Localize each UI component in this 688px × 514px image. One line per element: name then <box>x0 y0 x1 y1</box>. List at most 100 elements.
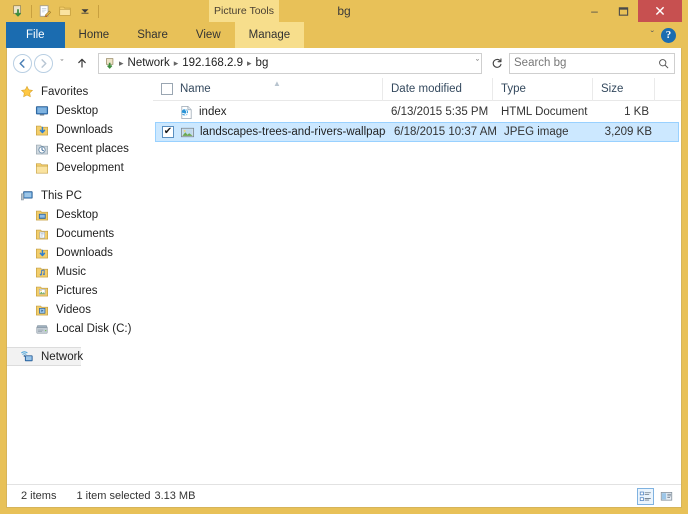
sidebar-item-music[interactable]: Music <box>7 262 153 281</box>
sidebar-item-label: Desktop <box>56 208 99 221</box>
breadcrumb-network[interactable]: Network <box>125 57 173 69</box>
qat-separator-2 <box>98 4 99 18</box>
file-name-cell: ✔ landscapes-trees-and-rivers-wallpaper <box>156 124 386 140</box>
file-name-cell: index <box>153 104 383 120</box>
search-box[interactable]: Search bg <box>509 52 675 74</box>
sidebar-item-label: Downloads <box>56 246 113 259</box>
sidebar-item-label: Music <box>56 265 87 278</box>
sidebar-item-label: Downloads <box>56 123 113 136</box>
recent-places-icon <box>34 141 50 157</box>
tab-file[interactable]: File <box>6 22 65 48</box>
videos-icon <box>34 302 50 318</box>
file-date-cell: 6/13/2015 5:35 PM <box>391 106 489 118</box>
quick-access-toolbar <box>6 1 102 21</box>
main-split: Favorites Desktop Downloads Recent place… <box>7 78 681 484</box>
up-button[interactable] <box>71 52 93 74</box>
row-checkbox[interactable]: ✔ <box>162 126 174 138</box>
sidebar-item-desktop-fav[interactable]: Desktop <box>7 101 153 120</box>
ribbon-right-controls: ˇ ? <box>651 22 682 48</box>
properties-icon[interactable] <box>8 1 28 21</box>
sidebar-item-development[interactable]: Development <box>7 158 153 177</box>
column-header-type[interactable]: Type <box>493 78 593 101</box>
minimize-button[interactable]: – <box>580 0 609 22</box>
explorer-window: bg – ✕ Picture Tools File Home Share Vie… <box>0 0 688 514</box>
column-header-name[interactable]: Name ▲ <box>153 78 383 101</box>
forward-button[interactable] <box>34 53 53 73</box>
breadcrumb-host[interactable]: 192.168.2.9 <box>179 57 246 69</box>
sidebar-item-pictures[interactable]: Pictures <box>7 281 153 300</box>
back-button[interactable] <box>13 53 32 73</box>
ribbon-tabstrip: File Home Share View Manage ˇ ? <box>6 22 682 48</box>
sidebar-item-downloads[interactable]: Downloads <box>7 243 153 262</box>
sidebar-group-favorites[interactable]: Favorites <box>7 82 153 101</box>
desktop-folder-icon <box>34 207 50 223</box>
details-view-button[interactable] <box>637 487 654 505</box>
file-list-pane: Name ▲ Date modified Type Size index 6/1… <box>153 78 681 484</box>
sort-ascending-icon: ▲ <box>273 78 281 88</box>
large-icons-view-button[interactable] <box>658 488 675 505</box>
file-size-cell: 3,209 KB <box>604 126 652 138</box>
file-type-cell: JPEG image <box>504 126 569 138</box>
customize-qat-icon[interactable] <box>75 1 95 21</box>
client-area: ˇ ▸ Network ▸ 192.168.2.9 ▸ bg ˇ Search … <box>6 48 682 508</box>
table-row[interactable]: ✔ landscapes-trees-and-rivers-wallpaper <box>155 122 679 142</box>
chevron-down-icon[interactable]: ˇ <box>476 58 479 68</box>
sidebar-item-local-disk[interactable]: Local Disk (C:) <box>7 319 153 338</box>
help-icon[interactable]: ? <box>661 27 676 43</box>
sidebar-group-this-pc[interactable]: This PC <box>7 186 153 205</box>
file-size-cell: 1 KB <box>624 106 649 118</box>
sidebar-item-downloads-fav[interactable]: Downloads <box>7 120 153 139</box>
item-count-label: 2 items <box>21 490 57 502</box>
maximize-button[interactable] <box>609 0 638 22</box>
folder-icon[interactable] <box>55 1 75 21</box>
sidebar-item-videos[interactable]: Videos <box>7 300 153 319</box>
close-button[interactable]: ✕ <box>638 0 682 22</box>
column-header-date-modified[interactable]: Date modified <box>383 78 493 101</box>
selection-size-label: 3.13 MB <box>154 490 196 502</box>
tab-share[interactable]: Share <box>123 22 182 48</box>
sidebar-item-label: Local Disk (C:) <box>56 322 132 335</box>
desktop-icon <box>34 103 50 119</box>
sidebar-item-label: Network <box>41 350 84 363</box>
file-rows: index 6/13/2015 5:35 PM HTML Document 1 … <box>153 101 681 484</box>
search-icon <box>658 58 669 69</box>
column-header-name-label: Name <box>180 83 211 95</box>
sidebar-item-recent-places[interactable]: Recent places <box>7 139 153 158</box>
breadcrumb-folder[interactable]: bg <box>253 57 272 69</box>
tab-home[interactable]: Home <box>65 22 124 48</box>
column-header-row: Name ▲ Date modified Type Size <box>153 78 681 101</box>
downloads-icon <box>34 122 50 138</box>
address-bar: ˇ ▸ Network ▸ 192.168.2.9 ▸ bg ˇ Search … <box>7 48 681 78</box>
nav-group-spacer-2 <box>7 338 153 347</box>
contextual-tools-label: Picture Tools <box>209 0 279 22</box>
sidebar-item-documents[interactable]: Documents <box>7 224 153 243</box>
file-type-cell: HTML Document <box>501 106 588 118</box>
table-row[interactable]: index 6/13/2015 5:35 PM HTML Document 1 … <box>153 102 681 122</box>
qat-separator <box>31 4 32 18</box>
network-icon <box>19 349 35 365</box>
sidebar-item-label: Pictures <box>56 284 98 297</box>
documents-icon <box>34 226 50 242</box>
tab-manage[interactable]: Manage <box>234 22 305 48</box>
search-input[interactable]: Search bg <box>514 57 566 69</box>
navigation-pane: Favorites Desktop Downloads Recent place… <box>7 78 153 484</box>
folder-icon <box>34 160 50 176</box>
sidebar-item-desktop[interactable]: Desktop <box>7 205 153 224</box>
file-date-cell: 6/18/2015 10:37 AM <box>394 126 496 138</box>
breadcrumb[interactable]: ▸ Network ▸ 192.168.2.9 ▸ bg ˇ <box>98 52 482 74</box>
nav-group-spacer <box>7 177 153 186</box>
column-header-size[interactable]: Size <box>593 78 655 101</box>
computer-icon <box>19 188 35 204</box>
select-all-checkbox[interactable] <box>161 83 173 95</box>
new-folder-icon[interactable] <box>35 1 55 21</box>
hard-disk-icon <box>34 321 50 337</box>
network-location-icon <box>102 55 118 71</box>
refresh-button[interactable] <box>487 53 507 74</box>
recent-locations-icon[interactable]: ˇ <box>55 52 69 74</box>
downloads-icon <box>34 245 50 261</box>
chevron-down-icon[interactable]: ˇ <box>651 30 654 41</box>
sidebar-group-this-pc-label: This PC <box>41 189 82 202</box>
tab-view[interactable]: View <box>182 22 235 48</box>
sidebar-item-network[interactable]: Network <box>7 347 84 366</box>
sidebar-item-label: Documents <box>56 227 115 240</box>
